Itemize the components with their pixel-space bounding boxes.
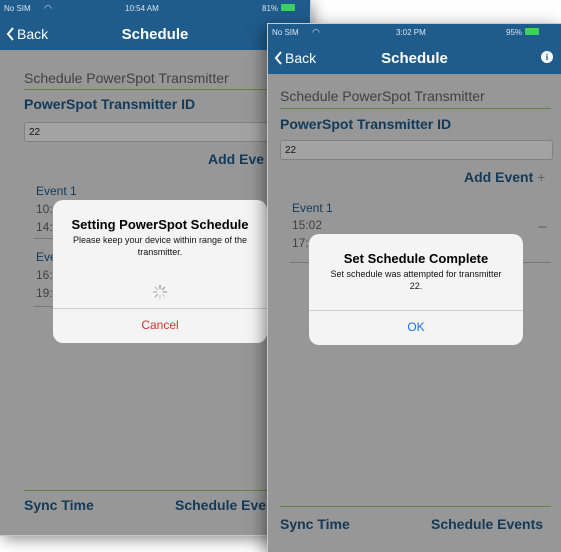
setting-schedule-alert: Setting PowerSpot Schedule Please keep y… (53, 200, 267, 343)
schedule-events-button[interactable]: Schedule Events (431, 516, 543, 532)
event-title: Event 1 (36, 184, 77, 198)
event-start-time: 10: (36, 202, 53, 216)
battery-percent: 81% (262, 4, 296, 13)
section-divider (280, 108, 551, 109)
sync-time-button[interactable]: Sync Time (280, 516, 350, 532)
add-event-label: Add Event (464, 169, 534, 185)
alert-button-divider (53, 308, 267, 309)
page-title: Schedule (381, 50, 448, 67)
section-title: Schedule PowerSpot Transmitter (24, 70, 229, 86)
alert-button-divider (309, 310, 523, 311)
add-event-button[interactable]: Add Event + (464, 169, 545, 185)
event-end-time: 17: (292, 236, 309, 250)
event-title: Event 1 (292, 201, 333, 215)
bottom-divider (280, 506, 551, 507)
alert-title: Setting PowerSpot Schedule (71, 217, 249, 232)
alert-message: Please keep your device within range of … (72, 235, 248, 257)
remove-event-button[interactable]: – (538, 218, 547, 236)
event-start-time: 16: (36, 268, 53, 282)
sync-time-button[interactable]: Sync Time (24, 497, 94, 513)
transmitter-id-label: PowerSpot Transmitter ID (280, 116, 452, 132)
page-title: Schedule (121, 26, 189, 43)
wifi-icon: ◠ (312, 27, 320, 37)
status-time: 3:02 PM (396, 28, 426, 37)
battery-icon (281, 4, 296, 12)
nav-bar: Back Schedule (0, 18, 310, 50)
transmitter-id-label: PowerSpot Transmitter ID (24, 96, 196, 112)
status-time: 10:54 AM (125, 4, 159, 13)
add-event-button[interactable]: Add Eve (208, 151, 264, 167)
transmitter-id-input[interactable]: 22 (280, 140, 553, 160)
plus-icon: + (537, 169, 546, 185)
alert-message: Set schedule was attempted for transmitt… (330, 269, 502, 291)
event-end-time: 14: (36, 220, 53, 234)
section-title: Schedule PowerSpot Transmitter (280, 88, 485, 104)
battery-icon (525, 28, 540, 36)
ok-button[interactable]: OK (309, 320, 523, 334)
carrier-label: No SIM (272, 28, 299, 37)
alert-title: Set Schedule Complete (343, 251, 489, 266)
right-phone-screen: No SIM ◠ 3:02 PM 95% Back Schedule i Sch… (268, 24, 561, 552)
status-bar: No SIM ◠ 10:54 AM 81% (0, 0, 310, 18)
wifi-icon: ◠ (44, 3, 52, 13)
event-end-time: 19: (36, 286, 53, 300)
schedule-complete-alert: Set Schedule Complete Set schedule was a… (309, 234, 523, 345)
carrier-label: No SIM (4, 4, 31, 13)
schedule-events-button[interactable]: Schedule Eve (175, 497, 266, 513)
loading-spinner-icon (152, 284, 168, 300)
info-icon[interactable]: i (541, 51, 553, 63)
battery-percent: 95% (506, 28, 540, 37)
left-phone-screen: No SIM ◠ 10:54 AM 81% Back Schedule Sche… (0, 0, 310, 535)
cancel-button[interactable]: Cancel (53, 318, 267, 332)
status-bar: No SIM ◠ 3:02 PM 95% (268, 24, 561, 42)
nav-bar: Back Schedule i (268, 42, 561, 74)
event-start-time: 15:02 (292, 218, 323, 232)
